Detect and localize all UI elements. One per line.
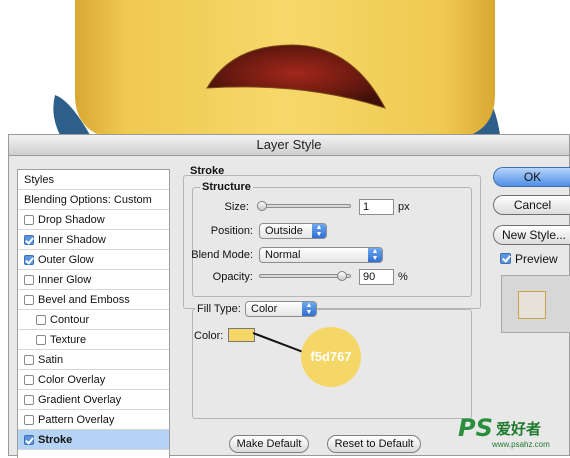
color-label: Color: xyxy=(194,330,224,342)
opacity-slider-thumb[interactable] xyxy=(336,271,347,281)
position-label: Position: xyxy=(210,225,253,237)
style-item-label: Inner Shadow xyxy=(38,234,106,246)
blend-mode-label: Blend Mode: xyxy=(191,249,253,261)
preview-label: Preview xyxy=(515,252,558,266)
watermark: PS 爱好者 www.psahz.com xyxy=(458,414,568,454)
position-value: Outside xyxy=(265,225,303,237)
size-unit: px xyxy=(398,201,410,213)
position-select[interactable]: Outside ▲ ▼ xyxy=(259,223,327,239)
blend-mode-select[interactable]: Normal ▲ ▼ xyxy=(259,247,383,263)
style-item-label: Drop Shadow xyxy=(38,214,105,226)
layer-style-dialog: Layer Style Styles Blending Options: Cus… xyxy=(8,134,570,458)
style-checkbox[interactable] xyxy=(24,355,34,365)
style-item-stroke[interactable]: Stroke xyxy=(18,430,169,450)
style-item-label: Stroke xyxy=(38,434,73,446)
ok-button[interactable]: OK xyxy=(493,167,570,187)
style-checkbox[interactable] xyxy=(36,315,46,325)
style-item-gradient-overlay[interactable]: Gradient Overlay xyxy=(18,390,169,410)
watermark-logo: PS xyxy=(458,414,493,442)
artwork-canvas xyxy=(0,0,570,135)
preview-checkbox[interactable] xyxy=(500,253,511,264)
style-item-color-overlay[interactable]: Color Overlay xyxy=(18,370,169,390)
select-arrows-icon: ▲ ▼ xyxy=(302,302,316,316)
style-checkbox[interactable] xyxy=(24,215,34,225)
styles-list: Styles Blending Options: Custom Drop Sha… xyxy=(17,169,170,458)
checkmark-icon xyxy=(502,253,511,263)
new-style-button[interactable]: New Style... xyxy=(493,225,570,245)
size-slider-track[interactable] xyxy=(259,204,351,208)
style-checkbox[interactable] xyxy=(24,235,34,245)
fill-type-label: Fill Type: xyxy=(195,303,251,315)
dialog-title: Layer Style xyxy=(9,135,569,156)
style-item-pattern-overlay[interactable]: Pattern Overlay xyxy=(18,410,169,430)
style-checkbox[interactable] xyxy=(24,275,34,285)
style-item-satin[interactable]: Satin xyxy=(18,350,169,370)
color-hex-callout: f5d767 xyxy=(301,327,361,387)
watermark-url: www.psahz.com xyxy=(492,440,550,449)
style-checkbox[interactable] xyxy=(24,255,34,265)
style-item-outer-glow[interactable]: Outer Glow xyxy=(18,250,169,270)
style-item-bevel-and-emboss[interactable]: Bevel and Emboss xyxy=(18,290,169,310)
size-label: Size: xyxy=(224,201,249,213)
cancel-button[interactable]: Cancel xyxy=(493,195,570,215)
fill-type-value: Color xyxy=(251,303,278,315)
style-item-label: Texture xyxy=(50,334,87,346)
style-checkbox[interactable] xyxy=(24,295,34,305)
preview-swatch xyxy=(518,291,546,319)
style-item-drop-shadow[interactable]: Drop Shadow xyxy=(18,210,169,230)
style-checkbox[interactable] xyxy=(24,395,34,405)
blending-options-item[interactable]: Blending Options: Custom xyxy=(18,190,169,210)
style-item-label: Color Overlay xyxy=(38,374,106,386)
blend-mode-value: Normal xyxy=(265,249,301,261)
opacity-unit: % xyxy=(398,271,408,283)
style-item-label: Inner Glow xyxy=(38,274,92,286)
preview-thumbnail xyxy=(501,275,570,333)
style-checkbox[interactable] xyxy=(24,375,34,385)
style-item-label: Contour xyxy=(50,314,90,326)
fill-type-select[interactable]: Color ▲ ▼ xyxy=(245,301,317,317)
watermark-text: 爱好者 xyxy=(496,421,542,438)
style-item-contour[interactable]: Contour xyxy=(18,310,169,330)
size-input[interactable]: 1 xyxy=(359,199,394,215)
style-item-label: Bevel and Emboss xyxy=(38,294,130,306)
style-item-label: Outer Glow xyxy=(38,254,94,266)
size-slider-thumb[interactable] xyxy=(256,201,267,211)
styles-list-header[interactable]: Styles xyxy=(18,170,169,190)
structure-title: Structure xyxy=(200,181,253,193)
style-checkbox[interactable] xyxy=(24,435,34,445)
reset-default-button[interactable]: Reset to Default xyxy=(327,435,421,453)
style-item-texture[interactable]: Texture xyxy=(18,330,169,350)
style-item-label: Gradient Overlay xyxy=(38,394,122,406)
select-arrows-icon: ▲ ▼ xyxy=(312,224,326,238)
opacity-input[interactable]: 90 xyxy=(359,269,394,285)
style-item-label: Satin xyxy=(38,354,64,366)
style-item-label: Pattern Overlay xyxy=(38,414,115,426)
select-arrows-icon: ▲ ▼ xyxy=(368,248,382,262)
style-checkbox[interactable] xyxy=(24,415,34,425)
minion-illustration xyxy=(53,0,500,135)
style-checkbox[interactable] xyxy=(36,335,46,345)
style-item-inner-glow[interactable]: Inner Glow xyxy=(18,270,169,290)
opacity-label: Opacity: xyxy=(212,271,253,283)
make-default-button[interactable]: Make Default xyxy=(229,435,309,453)
style-item-inner-shadow[interactable]: Inner Shadow xyxy=(18,230,169,250)
